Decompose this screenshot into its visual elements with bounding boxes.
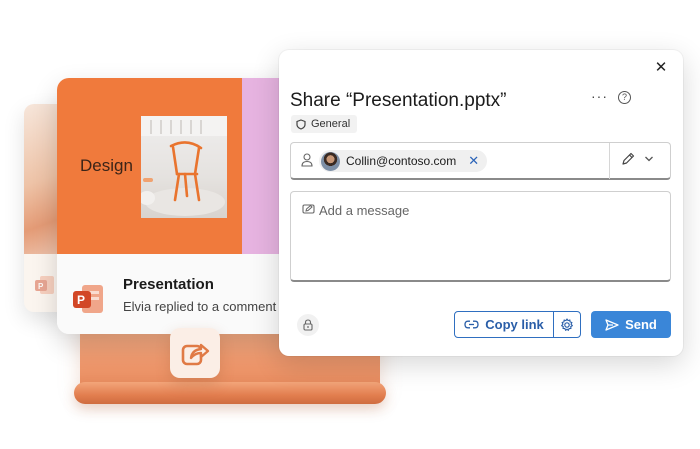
chair-photo <box>141 116 227 218</box>
share-tile <box>170 328 220 378</box>
powerpoint-icon: P <box>73 285 103 313</box>
share-dialog: ✕ Share “Presentation.pptx” ··· ? Genera… <box>279 50 683 356</box>
recipients-field[interactable]: Collin@contoso.com ✕ <box>290 142 671 180</box>
document-title: Presentation <box>123 276 214 293</box>
message-edit-icon <box>302 204 315 214</box>
send-button[interactable]: Send <box>591 311 671 338</box>
close-icon: ✕ <box>654 59 668 76</box>
permission-dropdown[interactable] <box>621 152 654 166</box>
recipient-chip[interactable]: Collin@contoso.com ✕ <box>319 150 488 172</box>
sensitivity-label[interactable]: General <box>291 115 358 133</box>
chair-illustration <box>141 116 227 216</box>
help-button[interactable]: ? <box>618 91 631 104</box>
link-icon <box>464 320 479 329</box>
more-icon: ··· <box>591 88 608 104</box>
copy-link-button[interactable]: Copy link <box>455 312 554 337</box>
share-arrow-icon <box>181 343 210 366</box>
recipient-email: Collin@contoso.com <box>346 154 457 168</box>
chevron-down-icon <box>645 156 653 162</box>
message-input[interactable] <box>319 200 659 220</box>
close-button[interactable]: ✕ <box>651 58 671 78</box>
shield-icon <box>296 118 306 130</box>
field-divider <box>609 143 610 179</box>
copy-link-label: Copy link <box>485 317 544 332</box>
send-label: Send <box>625 317 657 332</box>
send-icon <box>605 318 619 331</box>
avatar <box>321 151 340 171</box>
svg-text:P: P <box>38 282 44 291</box>
document-activity: Elvia replied to a comment <box>123 299 277 314</box>
copy-link-group: Copy link <box>454 311 581 338</box>
person-icon <box>301 153 313 167</box>
dialog-title: Share “Presentation.pptx” <box>290 90 507 111</box>
presentation-card[interactable]: Design P Presentation Elvia replied to a… <box>57 78 297 334</box>
remove-recipient-icon[interactable]: ✕ <box>468 153 479 169</box>
lock-icon <box>303 319 313 331</box>
more-options-button[interactable]: ··· <box>591 88 608 104</box>
message-field[interactable] <box>290 191 671 282</box>
pencil-icon <box>622 152 635 165</box>
link-settings-button[interactable] <box>297 314 319 336</box>
sensitivity-label-text: General <box>311 118 351 130</box>
powerpoint-icon: P <box>35 276 54 294</box>
svg-text:P: P <box>77 293 85 307</box>
decorative-ribbon-roll <box>74 382 386 404</box>
gear-icon <box>561 317 573 331</box>
help-icon: ? <box>621 92 627 102</box>
link-settings-gear-button[interactable] <box>554 312 580 337</box>
slide-design-text: Design <box>80 156 133 175</box>
